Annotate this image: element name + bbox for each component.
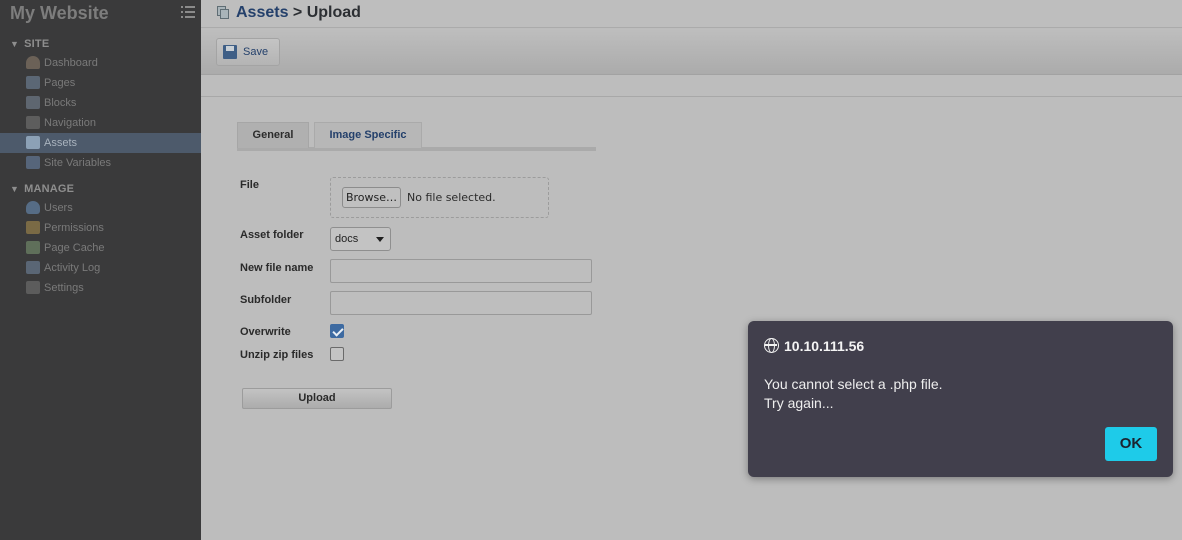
new-file-name-input[interactable] <box>330 259 592 283</box>
file-drop-zone[interactable]: Browse… No file selected. <box>330 177 549 218</box>
divider <box>201 96 1182 97</box>
dialog-message-line2: Try again... <box>764 395 834 411</box>
sidebar-item-settings[interactable]: Settings <box>0 278 201 298</box>
asset-folder-select[interactable]: docs <box>330 227 391 251</box>
toolbar: Save <box>201 29 1182 75</box>
section-manage[interactable]: ▼ MANAGE <box>10 183 74 195</box>
key-icon <box>26 221 40 234</box>
collapse-triangle-icon: ▼ <box>10 184 20 194</box>
site-title[interactable]: My Website <box>10 3 109 24</box>
sidebar-item-permissions[interactable]: Permissions <box>0 218 201 238</box>
sidebar-item-users[interactable]: Users <box>0 198 201 218</box>
subfolder-input[interactable] <box>330 291 592 315</box>
assets-icon <box>217 6 231 20</box>
pages-icon <box>26 76 40 89</box>
tab-image-specific[interactable]: Image Specific <box>314 122 422 148</box>
assets-icon <box>26 136 40 149</box>
upload-button[interactable]: Upload <box>242 388 392 409</box>
globe-icon <box>764 338 779 353</box>
page-cache-icon <box>26 241 40 254</box>
section-site[interactable]: ▼ SITE <box>10 38 49 50</box>
save-button[interactable]: Save <box>216 38 280 66</box>
tab-bar: General Image Specific <box>237 122 596 151</box>
page-header: Assets > Upload <box>201 0 1182 28</box>
breadcrumb: Assets > Upload <box>236 4 361 22</box>
sidebar-item-dashboard[interactable]: Dashboard <box>0 53 201 73</box>
site-variables-icon <box>26 156 40 169</box>
blocks-icon <box>26 96 40 109</box>
overwrite-checkbox[interactable] <box>330 324 344 338</box>
collapse-triangle-icon: ▼ <box>10 39 20 49</box>
unzip-checkbox[interactable] <box>330 347 344 361</box>
dialog-message-line1: You cannot select a .php file. <box>764 376 943 392</box>
overwrite-label: Overwrite <box>240 326 291 338</box>
sidebar-item-page-cache[interactable]: Page Cache <box>0 238 201 258</box>
asset-folder-label: Asset folder <box>240 229 304 241</box>
sidebar-item-pages[interactable]: Pages <box>0 73 201 93</box>
breadcrumb-assets-link[interactable]: Assets <box>236 4 288 21</box>
ok-button[interactable]: OK <box>1105 427 1157 461</box>
subfolder-label: Subfolder <box>240 294 292 306</box>
chevron-down-icon <box>376 237 384 242</box>
sidebar-item-activity-log[interactable]: Activity Log <box>0 258 201 278</box>
floppy-disk-icon <box>223 45 237 59</box>
dashboard-icon <box>26 56 40 69</box>
file-label: File <box>240 179 259 191</box>
dialog-title: 10.10.111.56 <box>784 338 865 354</box>
browse-button[interactable]: Browse… <box>342 187 401 208</box>
sidebar-item-assets[interactable]: Assets <box>0 133 201 153</box>
navigation-icon <box>26 116 40 129</box>
sidebar-item-blocks[interactable]: Blocks <box>0 93 201 113</box>
sidebar-item-navigation[interactable]: Navigation <box>0 113 201 133</box>
sidebar: My Website ▼ SITE Dashboard Pages Blocks … <box>0 0 201 540</box>
menu-toggle-icon[interactable] <box>181 6 195 18</box>
breadcrumb-current: > Upload <box>288 4 361 21</box>
unzip-label: Unzip zip files <box>240 349 314 361</box>
dialog-message: You cannot select a .php file. Try again… <box>764 375 943 413</box>
settings-icon <box>26 281 40 294</box>
user-icon <box>26 201 40 214</box>
alert-dialog: 10.10.111.56 You cannot select a .php fi… <box>748 321 1173 477</box>
no-file-text: No file selected. <box>407 191 496 204</box>
sidebar-item-site-variables[interactable]: Site Variables <box>0 153 201 173</box>
book-icon <box>26 261 40 274</box>
new-file-name-label: New file name <box>240 262 314 274</box>
tab-general[interactable]: General <box>237 122 309 148</box>
